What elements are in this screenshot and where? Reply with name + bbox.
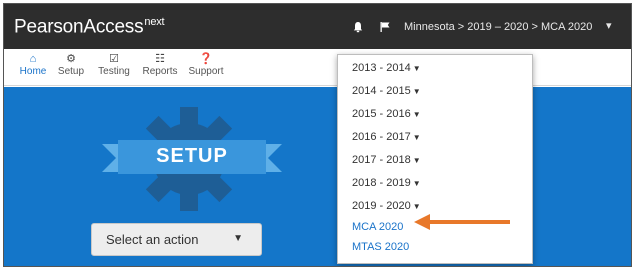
brand-name: PearsonAccess bbox=[14, 16, 144, 38]
year-label: 2015 - 2016 bbox=[352, 108, 411, 120]
caret-down-icon: ▼ bbox=[233, 233, 243, 244]
top-bar: PearsonAccessnext Minnesota > 2019 – 202… bbox=[4, 4, 631, 49]
year-test-dropdown: 2013 - 2014 ▼ 2014 - 2015 ▼ 2015 - 2016 ▼ 2… bbox=[337, 54, 533, 264]
app-window: PearsonAccessnext Minnesota > 2019 – 202… bbox=[3, 3, 632, 267]
chevron-down-icon[interactable]: ▾ bbox=[606, 19, 612, 32]
year-label: 2018 - 2019 bbox=[352, 177, 411, 189]
help-icon: ❓ bbox=[199, 53, 213, 65]
caret-down-icon: ▼ bbox=[412, 64, 421, 73]
nav-item-testing[interactable]: ☑ Testing bbox=[91, 52, 137, 77]
reports-icon: ☷ bbox=[155, 53, 165, 65]
year-label: 2016 - 2017 bbox=[352, 131, 411, 143]
year-option[interactable]: 2014 - 2015 ▼ bbox=[352, 85, 421, 97]
nav-item-setup[interactable]: ⚙ Setup bbox=[48, 52, 94, 77]
caret-down-icon: ▼ bbox=[412, 179, 421, 188]
caret-down-icon: ▼ bbox=[412, 133, 421, 142]
test-option-mtas-2020[interactable]: MTAS 2020 bbox=[352, 241, 409, 253]
year-label: 2019 - 2020 bbox=[352, 200, 411, 212]
nav-item-label: Support bbox=[188, 66, 224, 77]
nav-item-reports[interactable]: ☷ Reports bbox=[137, 52, 183, 77]
nav-item-label: Testing bbox=[98, 66, 130, 77]
flag-icon[interactable] bbox=[376, 18, 394, 36]
year-option[interactable]: 2017 - 2018 ▼ bbox=[352, 154, 421, 166]
brand-logo[interactable]: PearsonAccessnext bbox=[14, 16, 165, 38]
year-option[interactable]: 2016 - 2017 ▼ bbox=[352, 131, 421, 143]
year-label: 2017 - 2018 bbox=[352, 154, 411, 166]
nav-item-label: Setup bbox=[57, 66, 85, 77]
brand-superscript: next bbox=[144, 16, 165, 28]
nav-item-label: Reports bbox=[142, 66, 178, 77]
checklist-icon: ☑ bbox=[109, 53, 119, 65]
year-option[interactable]: 2018 - 2019 ▼ bbox=[352, 177, 421, 189]
caret-down-icon: ▼ bbox=[412, 110, 421, 119]
context-breadcrumb[interactable]: Minnesota > 2019 – 2020 > MCA 2020 bbox=[404, 21, 592, 33]
test-option-mca-2020[interactable]: MCA 2020 bbox=[352, 221, 403, 233]
setup-title: SETUP bbox=[156, 145, 228, 167]
main-nav: ⌂ Home ⚙ Setup ☑ Testing ☷ Reports ❓ Sup… bbox=[4, 49, 631, 86]
select-action-label: Select an action bbox=[106, 232, 199, 247]
year-option[interactable]: 2015 - 2016 ▼ bbox=[352, 108, 421, 120]
caret-down-icon: ▼ bbox=[412, 87, 421, 96]
year-label: 2013 - 2014 bbox=[352, 62, 411, 74]
caret-down-icon: ▼ bbox=[412, 202, 421, 211]
select-action-dropdown[interactable]: Select an action ▼ bbox=[91, 223, 262, 256]
nav-item-support[interactable]: ❓ Support bbox=[183, 52, 229, 77]
orange-arrow-icon bbox=[414, 214, 510, 230]
year-label: 2014 - 2015 bbox=[352, 85, 411, 97]
caret-down-icon: ▼ bbox=[412, 156, 421, 165]
bell-icon[interactable] bbox=[349, 18, 367, 36]
year-option[interactable]: 2019 - 2020 ▼ bbox=[352, 200, 421, 212]
year-option[interactable]: 2013 - 2014 ▼ bbox=[352, 62, 421, 74]
nav-item-label: Home bbox=[19, 66, 47, 77]
gear-icon: ⚙ bbox=[66, 53, 76, 65]
setup-hero: SETUP Select an action ▼ bbox=[4, 87, 631, 266]
